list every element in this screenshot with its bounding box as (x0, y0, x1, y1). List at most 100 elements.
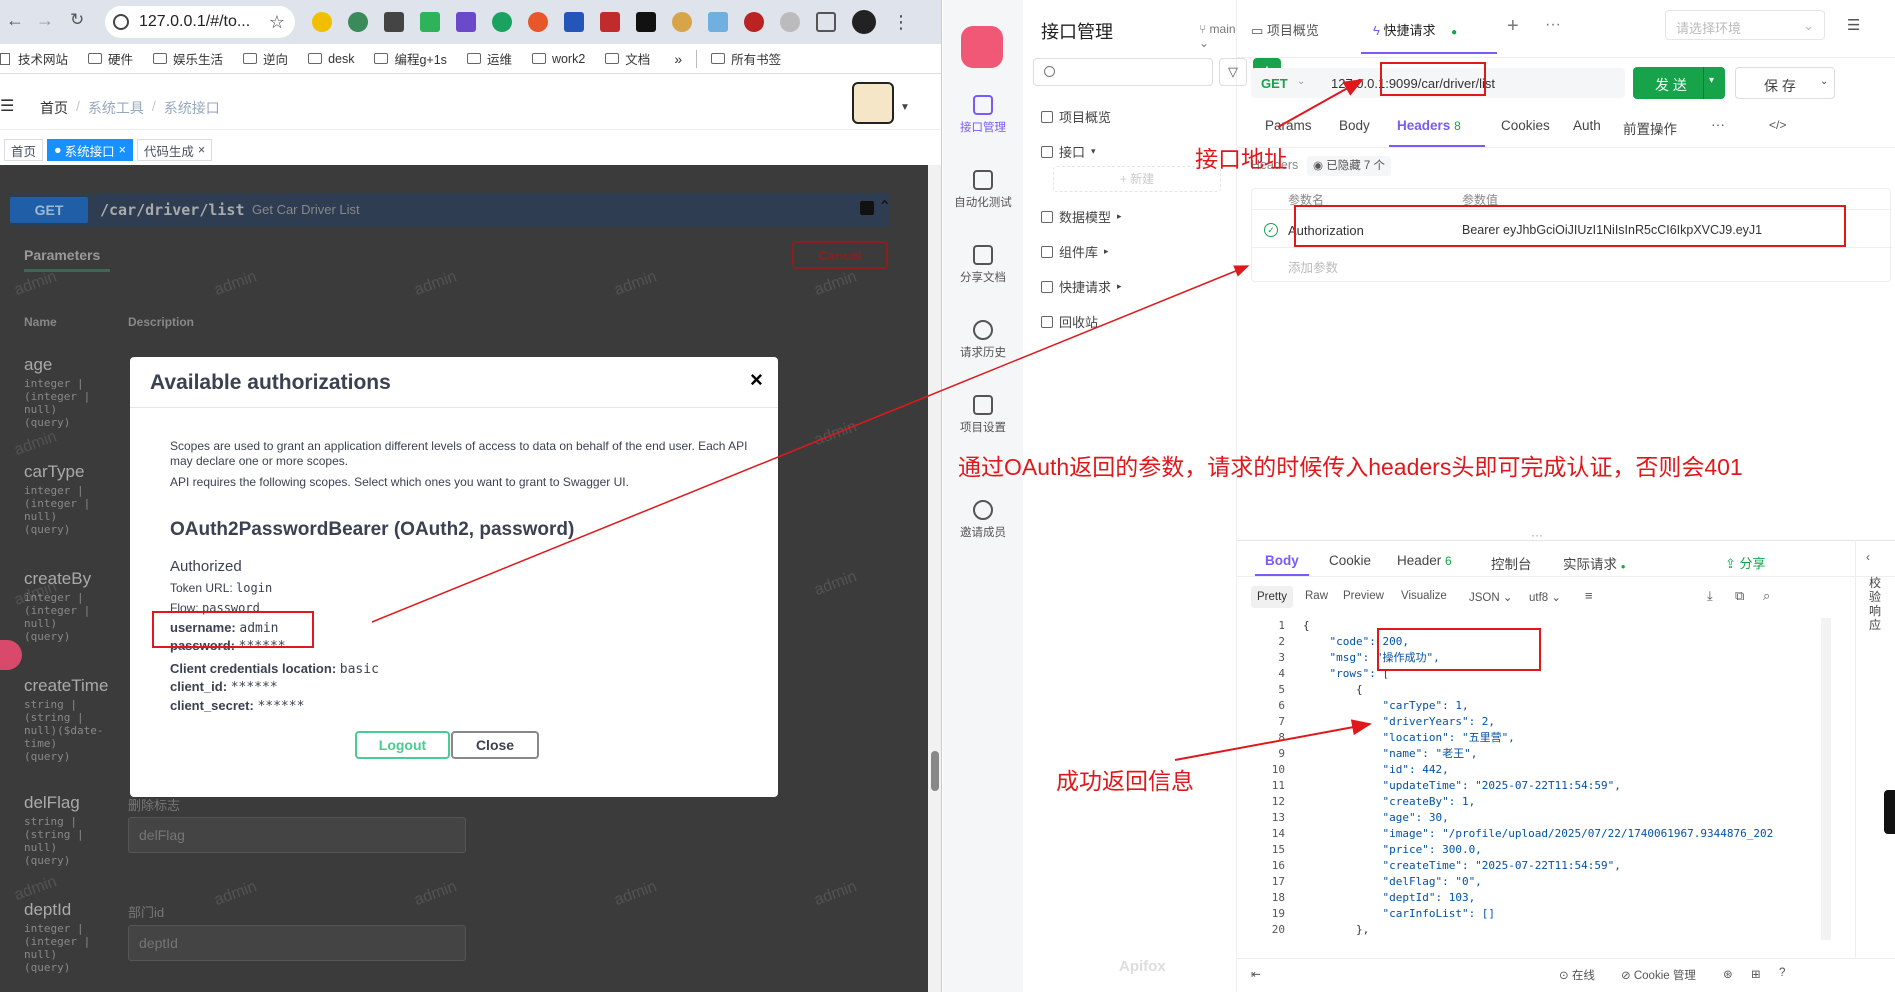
bookmark-item[interactable]: 运维 (466, 49, 512, 68)
reload-icon[interactable]: ↻ (70, 10, 84, 30)
side-handle[interactable] (1884, 790, 1895, 834)
tab-resp-header[interactable]: Header 6 (1397, 553, 1452, 568)
search-input[interactable] (1033, 58, 1213, 86)
header-value[interactable]: Bearer eyJhbGciOiJIUzI1NiIsInR5cCI6IkpXV… (1462, 223, 1762, 237)
branch-selector[interactable]: ⑂ main ⌄ (1199, 22, 1236, 50)
validate-panel-collapsed[interactable]: ‹ 校验响应 (1855, 540, 1895, 958)
code-scrollbar[interactable] (1821, 618, 1831, 940)
extension-icon[interactable] (600, 12, 620, 32)
extension-icon[interactable] (492, 12, 512, 32)
encoding-select[interactable]: utf8 ⌄ (1529, 590, 1561, 604)
tree-item-trash[interactable]: 回收站 (1041, 312, 1098, 331)
close-icon[interactable]: × (750, 367, 763, 393)
bookmark-item[interactable]: 娱乐生活 (153, 49, 223, 68)
view-preview[interactable]: Preview (1343, 590, 1384, 602)
extension-icon[interactable] (348, 12, 368, 32)
chevron-down-icon[interactable]: ⌄ (1297, 76, 1305, 87)
chevron-right-icon[interactable]: » (674, 51, 682, 67)
tag-system-api[interactable]: ● 系统接口 × (47, 139, 133, 161)
breadcrumb-item[interactable]: 首页 (40, 98, 68, 118)
avatar[interactable] (852, 82, 894, 124)
all-bookmarks[interactable]: 所有书签 (711, 49, 781, 68)
nav-settings[interactable]: 项目设置 (943, 395, 1023, 435)
chevron-left-icon[interactable]: ‹ (1866, 550, 1870, 564)
tab-actual-request[interactable]: 实际请求 ● (1563, 553, 1626, 573)
extension-icon[interactable] (528, 12, 548, 32)
tab-overview[interactable]: ▭ 项目概览 (1251, 20, 1319, 39)
add-param-input[interactable]: 添加参数 (1288, 257, 1338, 276)
tree-item-models[interactable]: 数据模型 ▸ (1041, 207, 1122, 226)
operation-bar[interactable]: GET /car/driver/list Get Car Driver List… (10, 193, 891, 227)
cancel-button[interactable]: Cancel (792, 241, 888, 269)
breadcrumb-item[interactable]: 系统工具 (88, 98, 144, 118)
view-raw[interactable]: Raw (1305, 590, 1328, 602)
response-body[interactable]: 1{2 "code": 200, 3 "msg": "操作成功", 4 "rows"… (1251, 618, 1835, 940)
url-bar[interactable]: GET ⌄ 127.0.0.1:9099/car/driver/list (1251, 68, 1625, 98)
extension-icon[interactable] (312, 12, 332, 32)
more-icon[interactable]: ··· (1545, 16, 1561, 34)
search-icon[interactable]: ⌕ (1763, 588, 1770, 604)
bookmark-item[interactable]: 技术网站 (18, 49, 68, 68)
scrollbar-thumb[interactable] (931, 751, 939, 791)
bookmark-item[interactable]: 文档 (605, 49, 650, 68)
extension-icon[interactable] (672, 12, 692, 32)
extension-icon[interactable] (708, 12, 728, 32)
tag-home[interactable]: 首页 (4, 139, 44, 161)
extension-icon[interactable] (384, 12, 404, 32)
nav-api-management[interactable]: 接口管理 (943, 95, 1023, 135)
bookmark-item[interactable]: 硬件 (88, 49, 133, 68)
forward-icon[interactable]: → (36, 10, 54, 31)
tag-code-gen[interactable]: 代码生成 × (136, 139, 213, 161)
extension-icon[interactable] (420, 12, 440, 32)
env-select[interactable]: 请选择环境 ⌄ (1665, 10, 1825, 40)
delflag-input[interactable] (128, 817, 466, 853)
cookie-manager[interactable]: ⊘ Cookie 管理 (1621, 967, 1696, 983)
nav-auto-test[interactable]: 自动化测试 (943, 170, 1023, 210)
bookmark-item[interactable]: 逆向 (243, 49, 288, 68)
new-api-button[interactable]: + 新建 (1053, 166, 1221, 192)
site-info-icon[interactable] (113, 14, 129, 30)
checkbox-checked-icon[interactable]: ✓ (1264, 223, 1278, 237)
tab-params[interactable]: Params (1265, 118, 1312, 133)
tab-cookies[interactable]: Cookies (1501, 118, 1550, 133)
logout-button[interactable]: Logout (355, 731, 450, 759)
panel-splitter[interactable] (1237, 540, 1895, 541)
tab-resp-body[interactable]: Body (1265, 553, 1299, 568)
close-icon[interactable]: × (198, 143, 205, 157)
deptid-input[interactable] (128, 925, 466, 961)
star-icon[interactable]: ☆ (269, 12, 285, 33)
tab-pre-ops[interactable]: 前置操作 (1623, 118, 1677, 138)
tab-auth[interactable]: Auth (1573, 118, 1601, 133)
copy-icon[interactable]: ⧉ (1735, 588, 1744, 604)
tree-item-api[interactable]: 接口 ▾ (1041, 142, 1096, 161)
more-menu-icon[interactable]: ⋮ (892, 12, 910, 34)
extensions-puzzle-icon[interactable] (816, 12, 836, 32)
tab-resp-cookie[interactable]: Cookie (1329, 553, 1371, 568)
address-bar[interactable]: 127.0.0.1/#/to... ☆ (105, 6, 295, 38)
nav-history[interactable]: 请求历史 (943, 320, 1023, 360)
more-icon[interactable]: ··· (1711, 116, 1725, 132)
bookmark-item[interactable]: work2 (531, 52, 585, 66)
gift-icon[interactable]: ⊞ (1751, 967, 1761, 981)
extension-icon[interactable] (744, 12, 764, 32)
chevron-up-icon[interactable]: ⌃ (878, 197, 891, 217)
tab-parameters[interactable]: Parameters (24, 247, 100, 263)
format-select[interactable]: JSON ⌄ (1469, 590, 1513, 604)
hidden-headers-toggle[interactable]: ◉ 已隐藏 7 个 (1307, 156, 1392, 176)
close-button[interactable]: Close (451, 731, 539, 759)
view-pretty[interactable]: Pretty (1251, 586, 1294, 608)
bookmark-item[interactable]: 编程g+1s (374, 49, 447, 68)
extension-icon[interactable] (780, 12, 800, 32)
nav-share-doc[interactable]: 分享文档 (943, 245, 1023, 285)
hamburger-icon[interactable]: ☰ (0, 96, 14, 116)
notify-icon[interactable]: ⊛ (1723, 967, 1733, 981)
send-button[interactable]: 发 送 ▾ (1633, 67, 1725, 99)
close-icon[interactable]: × (119, 143, 126, 157)
save-button[interactable]: 保 存 ⌄ (1735, 67, 1835, 99)
back-icon[interactable]: ← (6, 10, 24, 31)
collapse-icon[interactable]: ⇤ (1251, 967, 1261, 981)
header-key[interactable]: Authorization (1288, 223, 1364, 238)
tree-item-components[interactable]: 组件库 ▸ (1041, 242, 1109, 261)
nav-invite[interactable]: 邀请成员 (943, 500, 1023, 540)
tree-item-overview[interactable]: 项目概览 (1041, 107, 1111, 126)
